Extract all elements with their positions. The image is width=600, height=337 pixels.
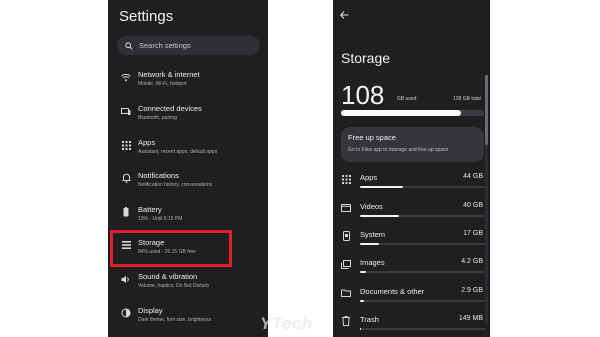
watermark: YTech	[260, 314, 313, 333]
settings-item-title: Notifications	[138, 171, 179, 180]
back-arrow-icon[interactable]	[340, 10, 349, 22]
category-label: Videos	[360, 202, 383, 211]
page-title: Storage	[341, 50, 391, 66]
category-bar	[360, 328, 486, 330]
settings-item-title: Apps	[138, 138, 156, 147]
settings-item-subtitle: Mobile, Wi-Fi, hotspot	[138, 81, 187, 87]
category-label: Images	[360, 258, 385, 267]
settings-item-title: Sound & vibration	[138, 272, 198, 281]
settings-item-title: Battery	[138, 205, 162, 214]
category-bar-fill	[360, 271, 367, 273]
category-size: 4.2 GB	[461, 258, 483, 265]
storage-screen: Storage 108 GB used 128 GB total Free up…	[333, 0, 490, 337]
apps-grid-icon	[341, 174, 351, 184]
category-bar	[360, 186, 486, 188]
category-size: 44 GB	[463, 173, 483, 180]
settings-item-subtitle: Dark theme, font size, brightness	[138, 317, 212, 323]
category-label: Apps	[360, 173, 378, 182]
settings-item-title: Network & internet	[138, 70, 200, 79]
category-bar	[360, 300, 486, 302]
display-icon	[121, 308, 131, 318]
page-title: Settings	[119, 8, 174, 25]
category-label: System	[360, 230, 386, 239]
scrollbar-thumb[interactable]	[485, 75, 488, 145]
search-icon	[125, 41, 133, 50]
storage-used-unit: GB used	[397, 96, 417, 102]
category-size: 2.9 GB	[461, 287, 483, 294]
settings-item-subtitle: Notification history, conversations	[138, 182, 213, 188]
category-bar-fill	[360, 243, 379, 245]
storage-usage-fill	[341, 110, 462, 116]
free-up-space-subtitle: Go to Files app to manage and free up sp…	[348, 147, 449, 153]
search-input[interactable]: Search settings	[117, 36, 260, 55]
category-size: 40 GB	[463, 202, 483, 209]
speaker-icon	[121, 274, 131, 284]
images-icon	[341, 259, 351, 269]
storage-total: 128 GB total	[453, 96, 481, 102]
category-label: Trash	[360, 315, 379, 324]
category-size: 149 MB	[458, 315, 483, 322]
free-up-space-card[interactable]: Free up space Go to Files app to manage …	[341, 127, 484, 162]
category-bar	[360, 271, 486, 273]
category-bar-fill	[360, 215, 400, 217]
system-icon	[341, 231, 351, 241]
highlight-box	[110, 230, 232, 267]
bell-icon	[121, 173, 131, 183]
category-bar-fill	[360, 328, 362, 330]
storage-used-value: 108	[341, 80, 385, 110]
settings-item-title: Connected devices	[138, 104, 202, 113]
apps-grid-icon	[121, 140, 131, 150]
battery-icon	[121, 207, 131, 217]
category-bar-fill	[360, 300, 364, 302]
category-bar	[360, 243, 486, 245]
category-label: Documents & other	[360, 287, 425, 296]
category-bar-fill	[360, 186, 403, 188]
folder-icon	[341, 288, 351, 298]
video-icon	[341, 203, 351, 213]
settings-item-subtitle: Volume, haptics, Do Not Disturb	[138, 283, 209, 289]
settings-item-subtitle: 13% - Until 8:15 PM	[138, 216, 183, 222]
settings-screen: Settings Search settings Network & inter…	[108, 0, 268, 337]
storage-usage-bar	[341, 110, 484, 116]
trash-icon	[341, 316, 351, 326]
devices-icon	[121, 106, 131, 116]
scrollbar[interactable]	[485, 75, 488, 325]
settings-item-title: Display	[138, 306, 163, 315]
settings-item-subtitle: Assistant, recent apps, default apps	[138, 149, 218, 155]
category-size: 17 GB	[463, 230, 483, 237]
category-bar	[360, 215, 486, 217]
free-up-space-title: Free up space	[348, 133, 396, 142]
search-placeholder: Search settings	[139, 41, 191, 50]
wifi-icon	[121, 72, 131, 82]
settings-item-subtitle: Bluetooth, pairing	[138, 115, 177, 121]
